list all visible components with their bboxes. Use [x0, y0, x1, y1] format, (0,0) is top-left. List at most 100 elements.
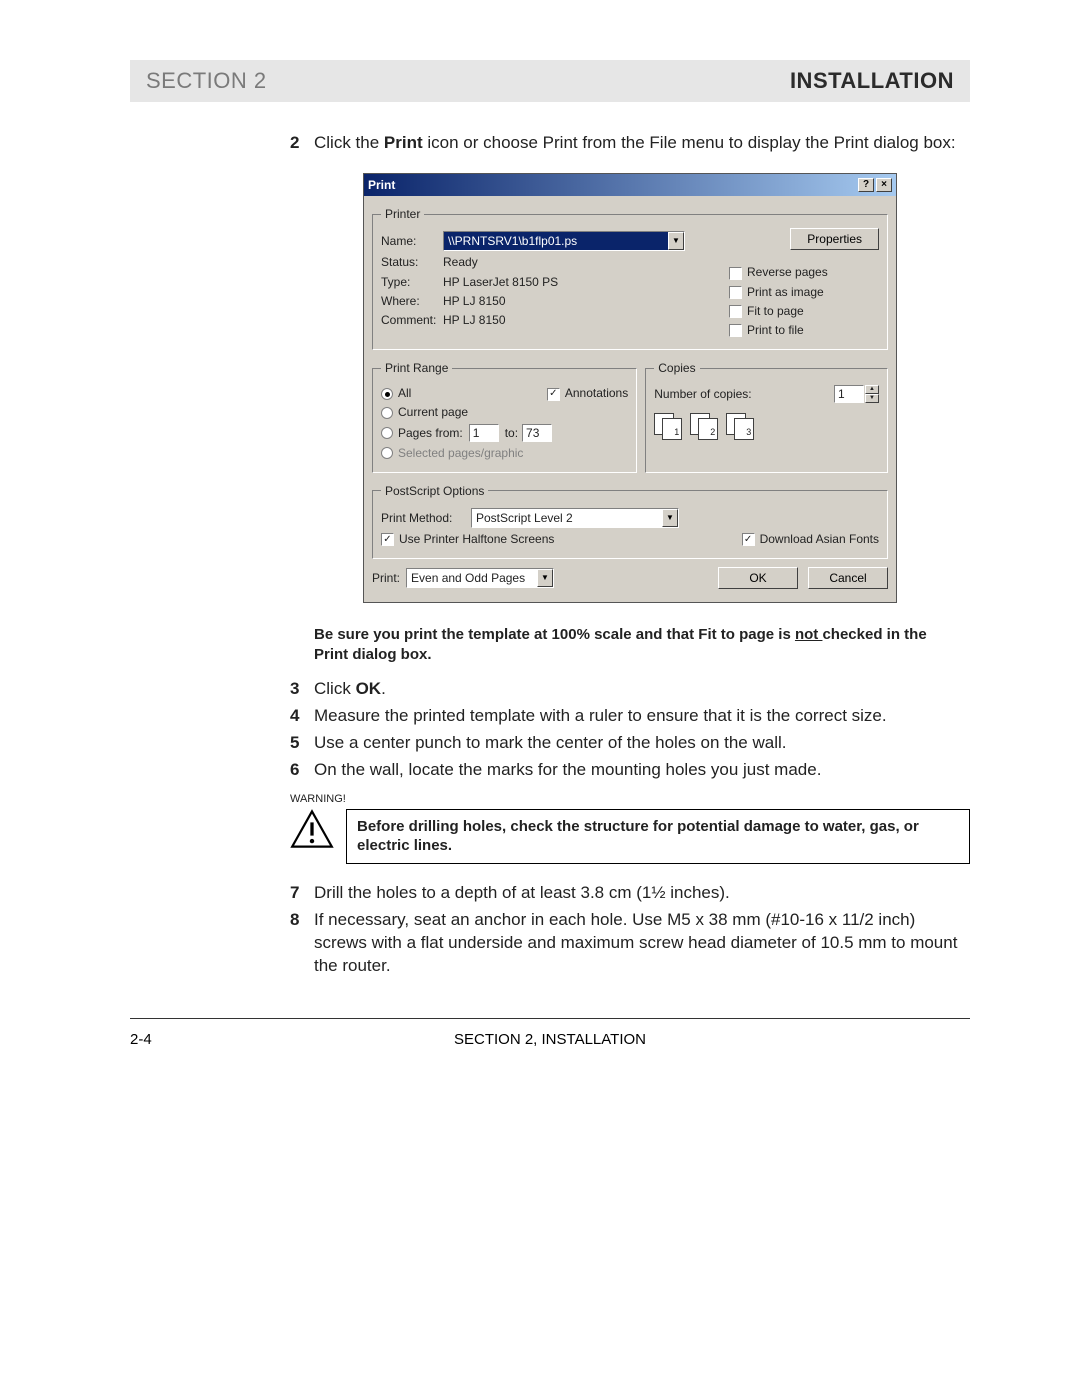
radio-label: All: [398, 386, 411, 400]
step-number: 4: [290, 705, 314, 728]
group-legend: Print Range: [381, 360, 452, 376]
pages-to-field[interactable]: 73: [522, 424, 552, 442]
annotations-checkbox[interactable]: ✓: [547, 388, 560, 401]
checkbox-label: Annotations: [565, 386, 628, 400]
copies-label: Number of copies:: [654, 386, 834, 402]
text-bold: Print: [384, 133, 423, 152]
radio-label: Selected pages/graphic: [398, 445, 523, 461]
dropdown-value: Even and Odd Pages: [407, 570, 537, 586]
text: icon or choose Print from the File menu …: [423, 133, 956, 152]
step-2: 2 Click the Print icon or choose Print f…: [290, 132, 970, 155]
step-3: 3 Click OK.: [290, 678, 970, 701]
text: Click: [314, 679, 356, 698]
reverse-pages-checkbox[interactable]: [729, 267, 742, 280]
collate-preview: 11 22 33: [654, 413, 879, 441]
to-label: to:: [505, 425, 518, 441]
method-label: Print Method:: [381, 510, 471, 526]
print-mode-label: Print:: [372, 570, 400, 586]
properties-button[interactable]: Properties: [790, 228, 879, 250]
print-mode-dropdown[interactable]: Even and Odd Pages ▼: [406, 568, 554, 588]
text-underline: not: [795, 626, 823, 643]
cancel-button[interactable]: Cancel: [808, 567, 888, 589]
page-icon: 3: [734, 418, 754, 440]
step-text: If necessary, seat an anchor in each hol…: [314, 909, 970, 978]
copies-field[interactable]: 1: [834, 385, 864, 403]
step-text: On the wall, locate the marks for the mo…: [314, 759, 970, 782]
dropdown-value: PostScript Level 2: [472, 510, 662, 526]
step-text: Drill the holes to a depth of at least 3…: [314, 882, 970, 905]
print-method-dropdown[interactable]: PostScript Level 2 ▼: [471, 508, 679, 528]
page-number: 2-4: [130, 1031, 152, 1048]
pages-from-field[interactable]: 1: [469, 424, 499, 442]
step-number: 6: [290, 759, 314, 782]
range-current-radio[interactable]: [381, 407, 393, 419]
name-label: Name:: [381, 233, 443, 249]
page-icon: 1: [662, 418, 682, 440]
range-selected-radio: [381, 447, 393, 459]
fit-to-page-checkbox[interactable]: [729, 305, 742, 318]
dialog-title: Print: [368, 177, 395, 193]
page-icon: 2: [698, 418, 718, 440]
page-footer: 2-4 SECTION 2, INSTALLATION: [130, 1031, 970, 1048]
group-legend: Printer: [381, 206, 424, 222]
warning-label: WARNING!: [290, 792, 970, 807]
text: Click the: [314, 133, 384, 152]
step-number: 3: [290, 678, 314, 701]
group-legend: PostScript Options: [381, 483, 488, 499]
print-as-image-checkbox[interactable]: [729, 286, 742, 299]
section-title: INSTALLATION: [790, 68, 954, 94]
step-text: Click OK.: [314, 678, 970, 701]
text-bold: OK: [356, 679, 382, 698]
checkbox-label: Print to file: [747, 323, 804, 337]
chevron-down-icon[interactable]: ▼: [537, 569, 553, 587]
close-button[interactable]: ×: [876, 178, 892, 192]
where-label: Where:: [381, 293, 443, 309]
checkbox-label: Print as image: [747, 285, 824, 299]
warning-text: Before drilling holes, check the structu…: [346, 809, 970, 865]
step-text: Use a center punch to mark the center of…: [314, 732, 970, 755]
where-value: HP LJ 8150: [443, 293, 506, 309]
checkbox-label: Reverse pages: [747, 265, 828, 279]
status-value: Ready: [443, 254, 478, 270]
range-all-radio[interactable]: [381, 388, 393, 400]
step-number: 8: [290, 909, 314, 978]
section-header: SECTION 2 INSTALLATION: [130, 60, 970, 102]
chevron-down-icon[interactable]: ▼: [668, 232, 684, 250]
step-4: 4 Measure the printed template with a ru…: [290, 705, 970, 728]
ok-button[interactable]: OK: [718, 567, 798, 589]
printer-name-dropdown[interactable]: \\PRNTSRV1\b1flp01.ps ▼: [443, 231, 685, 251]
dropdown-value: \\PRNTSRV1\b1flp01.ps: [444, 233, 668, 249]
text: .: [381, 679, 386, 698]
print-range-group: Print Range All ✓ Annotations Current pag…: [372, 360, 637, 473]
halftone-checkbox[interactable]: ✓: [381, 533, 394, 546]
checkbox-label: Use Printer Halftone Screens: [399, 532, 554, 546]
radio-label: Current page: [398, 404, 468, 420]
section-number: SECTION 2: [146, 68, 267, 94]
help-button[interactable]: ?: [858, 178, 874, 192]
footer-rule: [130, 1018, 970, 1019]
status-label: Status:: [381, 254, 443, 270]
type-value: HP LaserJet 8150 PS: [443, 274, 558, 290]
range-pages-radio[interactable]: [381, 427, 393, 439]
copies-spinner[interactable]: ▲▼: [865, 385, 879, 403]
step-7: 7 Drill the holes to a depth of at least…: [290, 882, 970, 905]
comment-value: HP LJ 8150: [443, 312, 506, 328]
step-8: 8 If necessary, seat an anchor in each h…: [290, 909, 970, 978]
print-dialog: Print ? × Printer Name:: [363, 173, 897, 603]
step-6: 6 On the wall, locate the marks for the …: [290, 759, 970, 782]
printer-group: Printer Name: \\PRNTSRV1\b1flp01.ps ▼: [372, 206, 888, 350]
step-number: 7: [290, 882, 314, 905]
step-5: 5 Use a center punch to mark the center …: [290, 732, 970, 755]
step-number: 2: [290, 132, 314, 155]
postscript-group: PostScript Options Print Method: PostScr…: [372, 483, 888, 559]
footer-title: SECTION 2, INSTALLATION: [130, 1031, 970, 1048]
radio-label: Pages from:: [398, 425, 463, 441]
step-text: Measure the printed template with a rule…: [314, 705, 970, 728]
warning-icon: [290, 809, 334, 849]
checkbox-label: Fit to page: [747, 304, 804, 318]
print-to-file-checkbox[interactable]: [729, 324, 742, 337]
chevron-down-icon[interactable]: ▼: [662, 509, 678, 527]
asian-fonts-checkbox[interactable]: ✓: [742, 533, 755, 546]
titlebar[interactable]: Print ? ×: [364, 174, 896, 196]
copies-group: Copies Number of copies: 1 ▲▼ 11 22 33: [645, 360, 888, 473]
